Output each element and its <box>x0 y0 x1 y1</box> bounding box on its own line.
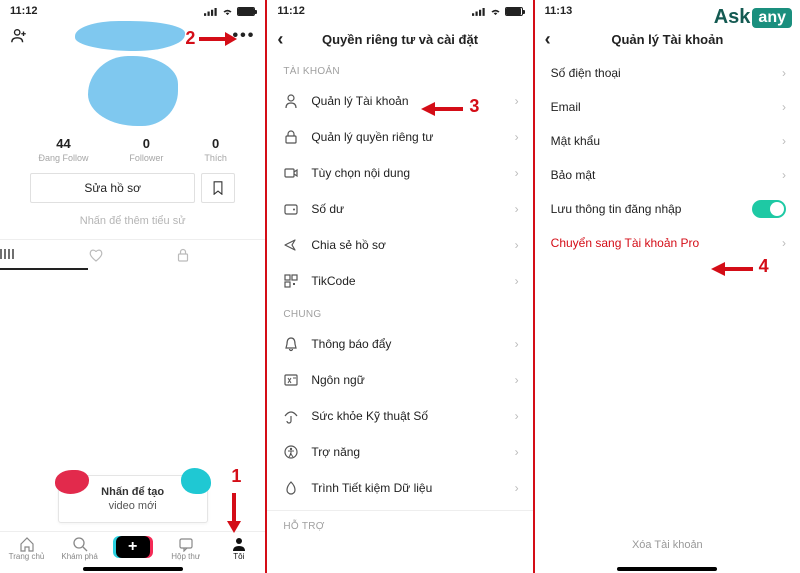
section-support: HỖ TRỢ <box>267 510 532 538</box>
umbrella-icon <box>283 408 299 424</box>
nav-create[interactable]: + <box>106 536 159 561</box>
wifi-icon <box>221 7 234 16</box>
signal-icon <box>472 7 486 16</box>
section-account: TÀI KHOẢN <box>267 56 532 83</box>
nav-inbox[interactable]: Hộp thư <box>159 536 212 561</box>
status-icons <box>204 7 255 16</box>
row-digital-wellbeing[interactable]: Sức khỏe Kỹ thuật Số› <box>267 398 532 434</box>
inbox-icon <box>178 536 194 552</box>
data-icon <box>283 480 299 496</box>
bottom-nav: Trang chủ Khám phá + Hộp thư Tôi <box>0 531 265 563</box>
bookmark-button[interactable] <box>201 173 235 203</box>
stat-likes[interactable]: 0Thích <box>204 136 227 163</box>
phone-panel-1: 11:12 ••• 44Đang Follow 0Follower 0Thích… <box>0 0 265 573</box>
row-data-saver[interactable]: Trình Tiết kiệm Dữ liệu› <box>267 470 532 506</box>
stat-following[interactable]: 44Đang Follow <box>38 136 88 163</box>
edit-profile-button[interactable]: Sửa hồ sơ <box>30 173 195 203</box>
back-button[interactable]: ‹ <box>277 29 283 50</box>
video-icon <box>283 165 299 181</box>
tab-liked[interactable] <box>88 240 176 270</box>
language-icon <box>283 372 299 388</box>
row-phone[interactable]: Số điện thoại› <box>535 56 800 90</box>
signal-icon <box>204 7 218 16</box>
home-indicator <box>617 567 717 571</box>
battery-icon <box>237 7 255 16</box>
toggle-save-login[interactable] <box>752 200 786 218</box>
page-title: Quản lý Tài khoản <box>611 32 723 47</box>
row-language[interactable]: Ngôn ngữ› <box>267 362 532 398</box>
profile-stats: 44Đang Follow 0Follower 0Thích <box>18 136 247 163</box>
lock-icon <box>283 129 299 145</box>
status-time: 11:13 <box>545 5 573 17</box>
row-password[interactable]: Mật khẩu› <box>535 124 800 158</box>
tab-grid[interactable] <box>0 240 88 270</box>
bell-icon <box>283 336 299 352</box>
profile-header: ••• <box>0 22 265 50</box>
row-email[interactable]: Email› <box>535 90 800 124</box>
nav-profile[interactable]: Tôi <box>212 536 265 561</box>
row-share-profile[interactable]: Chia sẻ hồ sơ› <box>267 227 532 263</box>
qr-icon <box>283 273 299 289</box>
battery-icon <box>505 7 523 16</box>
row-balance[interactable]: Số dư› <box>267 191 532 227</box>
home-icon <box>19 536 35 552</box>
tab-private[interactable] <box>177 240 265 270</box>
status-time: 11:12 <box>277 5 305 17</box>
section-general: CHUNG <box>267 299 532 326</box>
add-person-icon[interactable] <box>10 27 28 45</box>
status-bar: 11:12 <box>267 0 532 22</box>
row-switch-pro[interactable]: Chuyển sang Tài khoản Pro› <box>535 226 800 260</box>
profile-tabs <box>0 239 265 270</box>
edit-profile-row: Sửa hồ sơ <box>30 173 235 203</box>
arrow-1-icon <box>224 491 244 535</box>
row-accessibility[interactable]: Trợ năng› <box>267 434 532 470</box>
askany-logo: Ask any <box>714 6 792 29</box>
bookmark-icon <box>211 181 225 195</box>
screenshot-canvas: 11:12 ••• 44Đang Follow 0Follower 0Thích… <box>0 0 800 573</box>
person-icon <box>283 93 299 109</box>
delete-account-link[interactable]: Xóa Tài khoản <box>535 527 800 563</box>
plus-icon: + <box>116 536 150 558</box>
row-manage-account[interactable]: Quản lý Tài khoản› <box>267 83 532 119</box>
profile-icon <box>231 536 247 552</box>
wallet-icon <box>283 201 299 217</box>
decor-blob-teal <box>181 468 211 494</box>
more-menu-button[interactable]: ••• <box>233 27 256 45</box>
avatar-redacted <box>88 56 178 126</box>
row-tikcode[interactable]: TikCode› <box>267 263 532 299</box>
add-bio-hint[interactable]: Nhấn để thêm tiểu sử <box>0 215 265 227</box>
row-privacy[interactable]: Quản lý quyền riêng tư› <box>267 119 532 155</box>
username-redacted <box>75 21 185 51</box>
row-save-login[interactable]: Lưu thông tin đăng nhập <box>535 192 800 226</box>
stat-followers[interactable]: 0Follower <box>129 136 163 163</box>
page-title: Quyền riêng tư và cài đặt <box>322 32 478 47</box>
row-push-notif[interactable]: Thông báo đẩy› <box>267 326 532 362</box>
share-icon <box>283 237 299 253</box>
status-time: 11:12 <box>10 5 38 17</box>
row-content-pref[interactable]: Tùy chọn nội dung› <box>267 155 532 191</box>
wifi-icon <box>489 7 502 16</box>
nav-discover[interactable]: Khám phá <box>53 536 106 561</box>
status-bar: 11:12 <box>0 0 265 22</box>
back-button[interactable]: ‹ <box>545 29 551 50</box>
home-indicator <box>83 567 183 571</box>
phone-panel-2: 11:12 ‹ Quyền riêng tư và cài đặt TÀI KH… <box>267 0 532 573</box>
create-video-card[interactable]: Nhấn để tạo video mới <box>58 475 208 523</box>
status-icons <box>472 7 523 16</box>
phone-panel-3: 11:13 ‹ Quản lý Tài khoản Số điện thoại›… <box>535 0 800 573</box>
accessibility-icon <box>283 444 299 460</box>
row-security[interactable]: Bảo mật› <box>535 158 800 192</box>
settings-header: ‹ Quyền riêng tư và cài đặt <box>267 22 532 56</box>
search-icon <box>72 536 88 552</box>
nav-home[interactable]: Trang chủ <box>0 536 53 561</box>
